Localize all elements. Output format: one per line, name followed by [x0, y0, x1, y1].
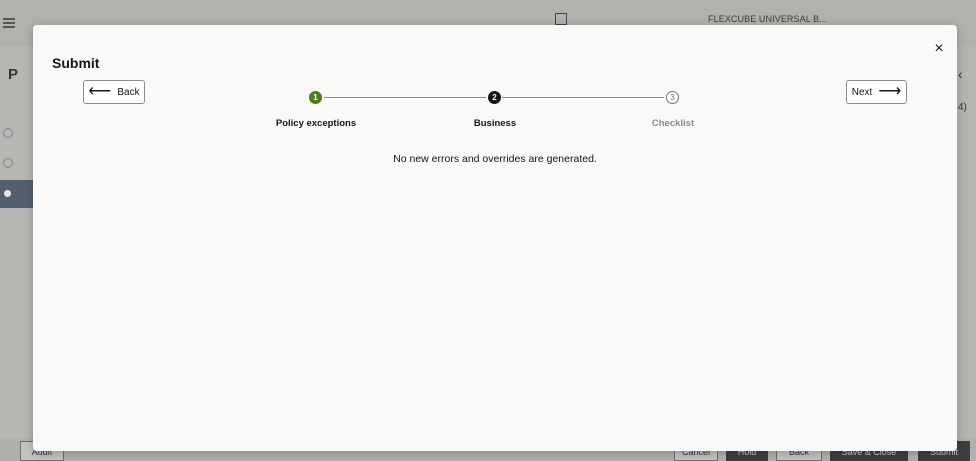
- step-3-label: Checklist: [651, 118, 695, 129]
- branch-icon: [555, 13, 567, 25]
- back-button[interactable]: ⟵ Back: [83, 80, 145, 104]
- next-button[interactable]: Next ⟶: [846, 80, 907, 104]
- step-check-icon: [3, 128, 13, 138]
- step-2-label: Business: [473, 118, 517, 129]
- step-2-indicator[interactable]: 2: [488, 91, 501, 104]
- step-1-label: Policy exceptions: [275, 118, 357, 129]
- submit-dialog: Submit × ⟵ Back Next ⟶ 1 2 3 Policy exce…: [33, 25, 957, 451]
- collapse-chevron-icon[interactable]: ‹: [958, 66, 963, 82]
- status-message: No new errors and overrides are generate…: [393, 153, 597, 165]
- close-icon[interactable]: ×: [931, 41, 947, 57]
- step-3-indicator[interactable]: 3: [666, 91, 679, 104]
- step-1-indicator[interactable]: 1: [309, 91, 322, 104]
- left-panel: [0, 46, 34, 461]
- hamburger-menu-icon[interactable]: [3, 18, 15, 28]
- app-name: FLEXCUBE UNIVERSAL B...: [708, 14, 828, 24]
- stepper-connector: [502, 97, 664, 98]
- page-title-initial: P: [8, 66, 19, 83]
- dialog-title: Submit: [52, 55, 100, 71]
- stepper-connector: [324, 97, 486, 98]
- next-button-label: Next: [851, 86, 873, 98]
- right-count: 4): [958, 102, 967, 113]
- back-button-label: Back: [117, 86, 140, 98]
- arrow-left-icon: ⟵: [88, 83, 112, 100]
- step-check-icon: [3, 158, 13, 168]
- arrow-right-icon: ⟶: [878, 83, 902, 100]
- active-step-indicator: [0, 180, 34, 208]
